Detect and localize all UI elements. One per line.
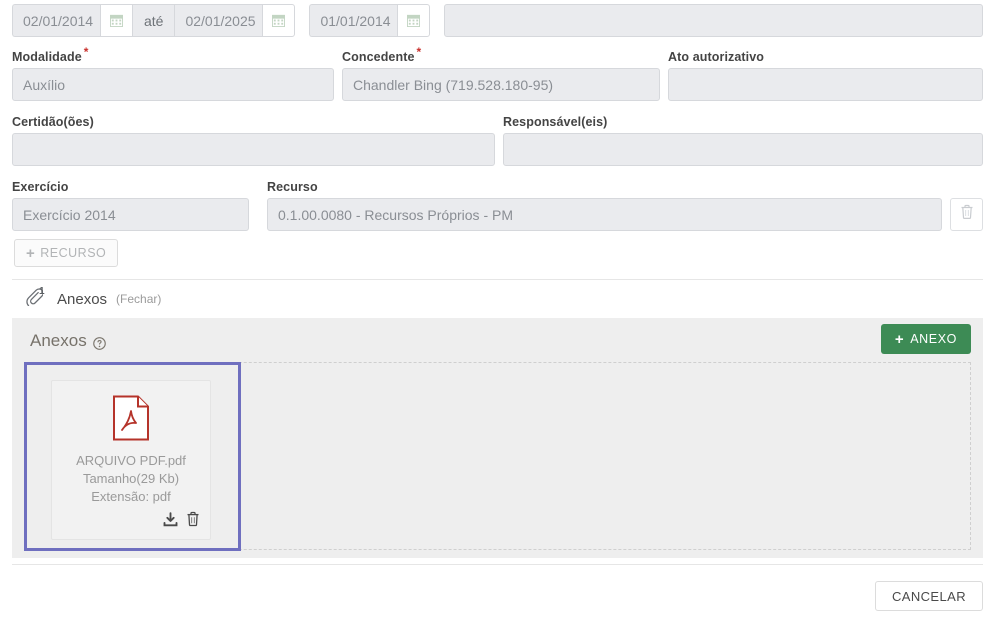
trash-icon xyxy=(960,204,974,225)
trash-icon[interactable] xyxy=(186,511,200,532)
divider-footer xyxy=(12,564,983,565)
calendar-icon xyxy=(407,14,421,27)
exercicio-input[interactable]: Exercício 2014 xyxy=(12,198,249,231)
calendar-icon xyxy=(272,14,286,27)
paperclip-icon-wrap: 1 xyxy=(26,286,48,310)
plus-icon: + xyxy=(26,244,36,262)
date-range-group: 02/01/2014 até 02/01/2025 xyxy=(12,4,296,37)
anexos-close-link[interactable]: (Fechar) xyxy=(116,292,161,306)
cancel-button[interactable]: CANCELAR xyxy=(875,581,983,611)
label-concedente-text: Concedente xyxy=(342,50,415,64)
pdf-file-icon xyxy=(111,395,151,446)
label-recurso: Recurso xyxy=(267,180,318,194)
label-certidoes: Certidão(ões) xyxy=(12,115,94,129)
date-range-row: 02/01/2014 até 02/01/2025 01/01/2014 xyxy=(12,4,983,38)
anexo-file-size: Tamanho(29 Kb) xyxy=(82,471,180,486)
field-group-recurso: Recurso 0.1.00.0080 - Recursos Próprios … xyxy=(267,180,942,231)
anexos-toggle[interactable]: 1 Anexos (Fechar) xyxy=(26,286,161,310)
ato-autorizativo-input[interactable] xyxy=(668,68,983,101)
calendar-icon-start[interactable] xyxy=(100,4,132,37)
field-group-concedente: Concedente * Chandler Bing (719.528.180-9… xyxy=(342,46,660,101)
add-recurso-button[interactable]: + RECURSO xyxy=(14,239,119,267)
field-group-exercicio: Exercício Exercício 2014 xyxy=(12,180,249,231)
required-marker: * xyxy=(416,44,422,59)
label-modalidade: Modalidade * xyxy=(12,46,334,64)
modalidade-input[interactable]: Auxílio xyxy=(12,68,334,101)
anexo-file-card[interactable]: ARQUIVO PDF.pdf Tamanho(29 Kb) Extensão:… xyxy=(51,380,211,540)
label-responsaveis: Responsável(eis) xyxy=(503,115,608,129)
anexos-toggle-label: Anexos xyxy=(57,290,108,308)
anexo-file-name: ARQUIVO PDF.pdf xyxy=(76,453,186,468)
row-certidoes-responsaveis: Certidão(ões) Responsável(eis) xyxy=(12,115,983,166)
divider-top xyxy=(12,279,983,280)
required-marker: * xyxy=(83,44,89,59)
label-concedente: Concedente * xyxy=(342,46,660,64)
anexos-panel-title-text: Anexos xyxy=(30,331,87,350)
single-date-group: 01/01/2014 xyxy=(309,4,431,37)
calendar-icon-third[interactable] xyxy=(397,4,431,37)
calendar-icon xyxy=(110,14,123,27)
anexo-file-extension: Extensão: pdf xyxy=(91,489,171,504)
anexos-panel: Anexos + ANEXO ARQUIVO PDF.pdf Tamanho(2… xyxy=(12,318,983,558)
end-date-input[interactable]: 02/01/2025 xyxy=(174,4,263,37)
label-modalidade-text: Modalidade xyxy=(12,50,82,64)
label-ato-autorizativo: Ato autorizativo xyxy=(668,50,765,64)
add-anexo-button[interactable]: + ANEXO xyxy=(880,324,971,354)
anexo-item-selected[interactable]: ARQUIVO PDF.pdf Tamanho(29 Kb) Extensão:… xyxy=(24,362,241,551)
third-date-input[interactable]: 01/01/2014 xyxy=(309,4,398,37)
field-group-certidoes: Certidão(ões) xyxy=(12,115,495,166)
start-date-input[interactable]: 02/01/2014 xyxy=(12,4,100,37)
anexos-count-badge: 1 xyxy=(39,286,45,297)
concedente-input[interactable]: Chandler Bing (719.528.180-95) xyxy=(342,68,660,101)
trailing-text-input[interactable] xyxy=(444,4,983,37)
calendar-icon-end[interactable] xyxy=(262,4,296,37)
label-exercicio: Exercício xyxy=(12,180,69,194)
row-exercicio-recurso: Exercício Exercício 2014 Recurso 0.1.00.… xyxy=(12,180,983,231)
row-modalidade-concedente-ato: Modalidade * Auxílio Concedente * Chandler… xyxy=(12,46,983,101)
field-group-responsaveis: Responsável(eis) xyxy=(503,115,983,166)
plus-icon: + xyxy=(894,330,905,348)
field-group-modalidade: Modalidade * Auxílio xyxy=(12,46,334,101)
anexos-panel-title: Anexos xyxy=(30,331,106,351)
certidoes-input[interactable] xyxy=(12,133,495,166)
anexo-card-actions xyxy=(163,511,200,532)
download-icon[interactable] xyxy=(163,511,178,532)
date-range-separator-label: até xyxy=(132,4,175,37)
add-recurso-label: RECURSO xyxy=(40,246,107,260)
delete-recurso-button[interactable] xyxy=(950,198,983,231)
recurso-input[interactable]: 0.1.00.0080 - Recursos Próprios - PM xyxy=(267,198,942,231)
add-anexo-label: ANEXO xyxy=(910,332,957,346)
form-page: 02/01/2014 até 02/01/2025 01/01/2014 Mod… xyxy=(0,0,995,618)
responsaveis-input[interactable] xyxy=(503,133,983,166)
help-circle-icon[interactable] xyxy=(92,335,106,350)
field-group-ato-autorizativo: Ato autorizativo xyxy=(668,50,983,101)
